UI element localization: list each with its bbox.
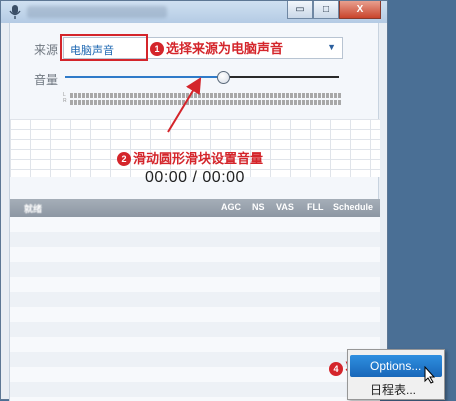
volume-slider-track[interactable] xyxy=(65,76,339,78)
chevron-down-icon[interactable]: ▼ xyxy=(327,42,336,52)
source-label: 来源 xyxy=(34,43,59,57)
header-vas[interactable]: VAS xyxy=(276,202,294,212)
annotation-1-badge: 1 xyxy=(150,42,164,56)
annotation-1: 1 选择来源为电脑声音 xyxy=(150,38,283,57)
minimize-button[interactable]: ▭ xyxy=(287,1,313,19)
mouse-cursor-icon xyxy=(424,366,436,384)
meter-channel-labels: L R xyxy=(63,92,67,104)
title-bar[interactable]: ▭ □ X xyxy=(1,1,387,23)
volume-slider-thumb[interactable] xyxy=(216,71,230,84)
table-header: 就绪 AGC NS VAS FLL Schedule xyxy=(10,199,380,217)
microphone-icon xyxy=(8,4,22,20)
volume-label: 音量 xyxy=(34,73,59,87)
main-panel: 来源 电脑声音 ▼ 音量 L R 00:00 / 00:00 就绪 AGC NS… xyxy=(9,23,380,401)
annotation-1-text: 选择来源为电脑声音 xyxy=(166,41,284,56)
annotation-4-badge: 4 xyxy=(329,362,343,376)
recording-list[interactable] xyxy=(10,217,380,401)
header-agc[interactable]: AGC xyxy=(221,202,241,212)
maximize-button[interactable]: □ xyxy=(313,1,339,19)
window-title-obscured xyxy=(27,6,167,18)
meter-right-label: R xyxy=(63,98,67,104)
maximize-icon: □ xyxy=(322,4,330,15)
annotation-highlight-box xyxy=(60,34,148,61)
header-fll[interactable]: FLL xyxy=(307,202,324,212)
volume-slider-fill xyxy=(65,76,224,78)
annotation-2-badge: 2 xyxy=(117,152,131,166)
minimize-icon: ▭ xyxy=(295,4,305,15)
level-meter xyxy=(70,93,342,105)
header-ns[interactable]: NS xyxy=(252,202,265,212)
header-schedule[interactable]: Schedule xyxy=(333,202,373,212)
close-icon: X xyxy=(356,4,364,15)
annotation-4: 4 xyxy=(329,361,345,376)
close-button[interactable]: X xyxy=(339,1,381,19)
app-window: ▭ □ X 来源 电脑声音 ▼ 音量 L R 00:00 / 00:00 就绪 … xyxy=(0,0,388,401)
annotation-2-text: 滑动圆形滑块设置音量 xyxy=(133,151,264,166)
header-status: 就绪 xyxy=(24,204,43,214)
annotation-2: 2 滑动圆形滑块设置音量 xyxy=(117,148,263,167)
time-display: 00:00 / 00:00 xyxy=(145,169,245,186)
